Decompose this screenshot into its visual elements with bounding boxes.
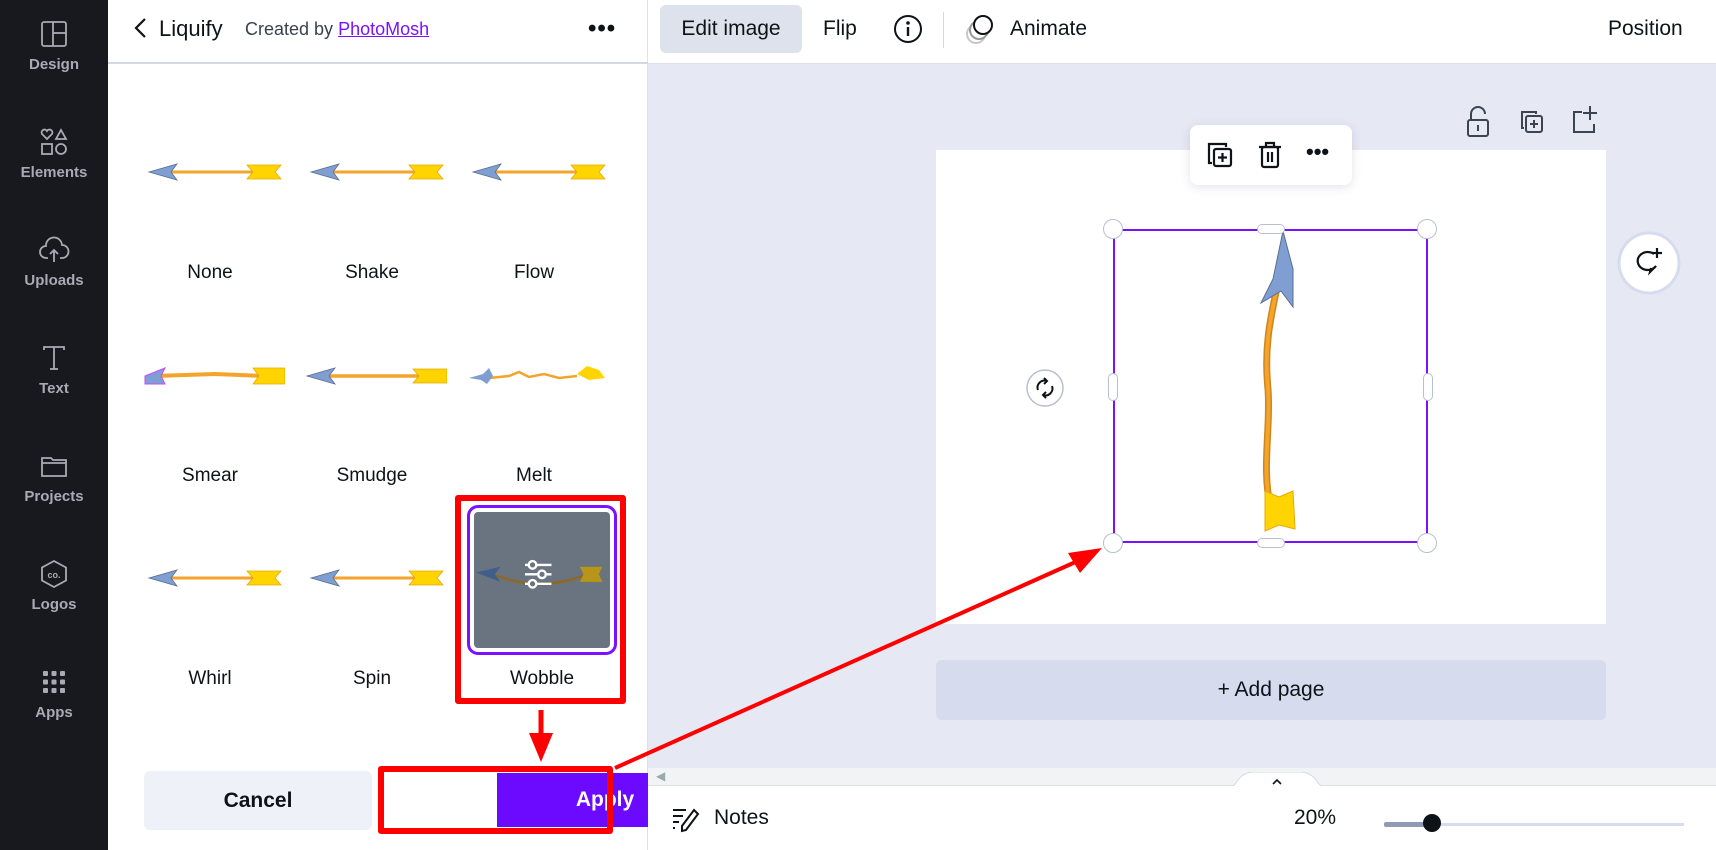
element-context-menu: •••: [1190, 125, 1352, 185]
horizontal-scrollbar[interactable]: ◀: [648, 768, 1716, 786]
apps-grid-icon: [43, 671, 65, 693]
arrow-preview-melt: [469, 366, 605, 384]
zoom-slider-thumb[interactable]: [1423, 814, 1441, 832]
arrow-preview-shake: [309, 163, 444, 181]
zoom-level[interactable]: 20%: [1294, 806, 1336, 830]
effect-label: Flow: [513, 262, 555, 283]
sidebar-item-uploads[interactable]: Uploads: [0, 234, 108, 334]
effect-label: Smudge: [336, 465, 408, 486]
arrow-preview-whirl: [147, 569, 282, 587]
effect-tile-whirl[interactable]: [135, 506, 285, 660]
animate-button[interactable]: Animate: [1010, 5, 1087, 53]
effect-label: Shake: [345, 262, 399, 283]
resize-handle-bottom[interactable]: [1257, 538, 1285, 548]
resize-handle-top-left[interactable]: [1103, 219, 1123, 239]
upload-cloud-icon: [39, 236, 70, 262]
scroll-left-icon[interactable]: ◀: [656, 769, 665, 783]
sidebar-item-projects[interactable]: Projects: [0, 450, 108, 550]
top-toolbar: Edit image Flip Animate Position: [648, 0, 1716, 64]
text-icon: [43, 346, 65, 370]
effect-tile-spin[interactable]: [297, 506, 447, 660]
sidebar-item-label: Elements: [20, 164, 88, 181]
sidebar-item-design[interactable]: Design: [0, 18, 108, 118]
sidebar-item-text[interactable]: Text: [0, 342, 108, 442]
lock-open-icon[interactable]: [1462, 104, 1494, 140]
elements-icon: [40, 128, 68, 155]
arrow-preview-flow: [471, 163, 606, 181]
notes-icon[interactable]: [670, 804, 700, 834]
effect-tile-flow[interactable]: [459, 100, 609, 254]
add-comment-button[interactable]: [1616, 230, 1682, 296]
effect-label: Smear: [182, 465, 238, 486]
effect-label: Melt: [516, 465, 552, 486]
effect-tile-none[interactable]: [135, 100, 285, 254]
rotate-icon[interactable]: [1025, 368, 1065, 408]
sidebar-item-label: Text: [39, 380, 69, 397]
panel-header: Liquify Created by PhotoMosh •••: [108, 0, 648, 64]
position-button[interactable]: Position: [1608, 5, 1683, 53]
effect-tile-melt[interactable]: [459, 304, 609, 458]
design-icon: [41, 21, 67, 47]
effect-label: Whirl: [188, 668, 232, 689]
folder-icon: [41, 457, 67, 477]
resize-handle-top-right[interactable]: [1417, 219, 1437, 239]
sidebar-item-logos[interactable]: co. Logos: [0, 558, 108, 658]
toolbar-divider: [943, 12, 944, 48]
creator-link[interactable]: PhotoMosh: [338, 19, 429, 39]
sidebar-item-label: Apps: [35, 704, 73, 721]
svg-text:co.: co.: [47, 570, 60, 580]
edit-image-button[interactable]: Edit image: [660, 5, 802, 53]
sidebar-item-label: Projects: [24, 488, 84, 505]
resize-handle-bottom-right[interactable]: [1417, 533, 1437, 553]
effect-tile-smear[interactable]: [135, 304, 285, 458]
duplicate-icon[interactable]: [1204, 139, 1236, 171]
logo-hexagon-icon: co.: [41, 559, 67, 589]
cancel-button[interactable]: Cancel: [144, 771, 372, 830]
selection-box: [1113, 229, 1428, 543]
resize-handle-left[interactable]: [1108, 373, 1118, 401]
left-rail: Design Elements Uploads Text Projects co…: [0, 0, 108, 850]
resize-handle-bottom-left[interactable]: [1103, 533, 1123, 553]
trash-icon[interactable]: [1254, 139, 1286, 171]
sidebar-item-label: Uploads: [24, 272, 84, 289]
effect-label: Spin: [352, 668, 392, 689]
notes-button[interactable]: Notes: [714, 806, 769, 830]
effect-tile-shake[interactable]: [297, 100, 447, 254]
more-options-icon[interactable]: •••: [588, 15, 616, 43]
arrow-preview-smear: [144, 367, 285, 385]
sidebar-item-label: Design: [28, 56, 79, 73]
sidebar-item-elements[interactable]: Elements: [0, 126, 108, 226]
liquify-panel: Liquify Created by PhotoMosh ••• None Sh…: [108, 0, 713, 850]
resize-handle-top[interactable]: [1257, 224, 1285, 234]
panel-title: Liquify: [159, 16, 223, 41]
arrow-preview-smudge: [305, 367, 447, 385]
effect-label: None: [187, 262, 233, 283]
more-icon[interactable]: •••: [1306, 139, 1329, 165]
created-by-label: Created by: [245, 19, 334, 39]
animate-icon[interactable]: [964, 12, 998, 46]
annotation-highlight-apply: [378, 766, 613, 834]
resize-handle-right[interactable]: [1423, 373, 1433, 401]
arrow-preview-none: [147, 163, 282, 181]
bottom-bar: Notes 20%: [648, 786, 1716, 850]
arrow-preview-spin: [309, 569, 444, 587]
add-page-icon[interactable]: [1568, 104, 1600, 138]
back-chevron-icon[interactable]: [130, 16, 154, 40]
annotation-highlight-wobble: [455, 495, 626, 704]
created-by: Created by PhotoMosh: [245, 19, 429, 40]
sidebar-item-label: Logos: [31, 596, 77, 613]
sidebar-item-apps[interactable]: Apps: [0, 666, 108, 766]
effect-tile-smudge[interactable]: [297, 304, 447, 458]
info-icon[interactable]: [893, 14, 923, 44]
add-page-button[interactable]: + Add page: [936, 660, 1606, 720]
duplicate-page-icon[interactable]: [1516, 106, 1548, 138]
flip-button[interactable]: Flip: [823, 5, 857, 53]
